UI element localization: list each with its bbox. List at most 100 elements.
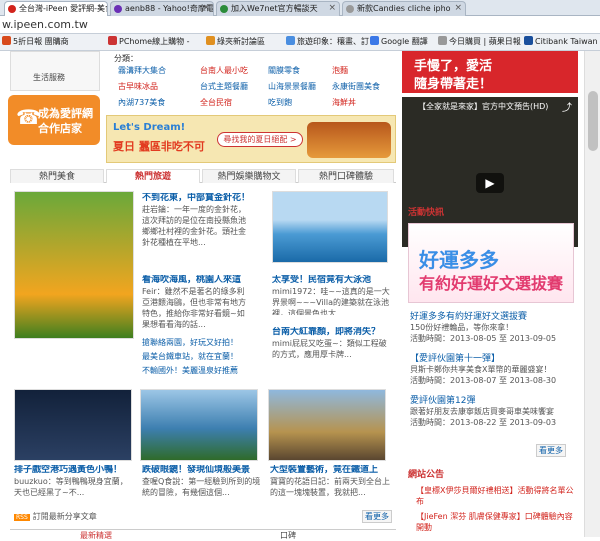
article-title[interactable]: 跌破眼鏡！發現仙境般美景 — [142, 465, 262, 476]
bookmark-item[interactable]: 旅遊印象：穰畫、訂 — [286, 36, 369, 48]
become-partner-button[interactable]: ☎ 成為愛評網 合作店家 — [8, 95, 100, 145]
article-title[interactable]: 大型裝置藝術，竟在鐵道上 — [270, 465, 390, 476]
bookmark-item[interactable]: 今日購買 | 蘋果日報 — [438, 36, 521, 48]
close-tab-icon[interactable]: × — [328, 2, 336, 15]
article-snippet: 莊岩鑰：一年一度的金針花，這次拜訪的是位在南投縣魚池鄉鄉社村裡的金針花。頭社金針… — [142, 205, 246, 247]
category-link[interactable]: 關膜零食 — [268, 65, 300, 76]
category-link[interactable]: 泡麵 — [332, 65, 348, 76]
url-text[interactable]: w.ipeen.com.tw — [2, 18, 88, 31]
activity-title[interactable]: 【愛評伙園第十一彈】 — [410, 351, 556, 364]
browser-tab[interactable]: aenb88 - Yahoo!奇摩電 × — [110, 1, 214, 16]
mobile-app-banner[interactable]: 手慢了，愛活 隨身帶著走！ — [402, 51, 578, 93]
find-summer-match-button[interactable]: 尋找我的夏日絕配 > — [217, 132, 303, 147]
article-title[interactable]: 排子戲空港巧遇黃色小鴨！ — [14, 465, 134, 476]
category-link[interactable]: 霧溝拜大集合 — [118, 65, 166, 76]
left-nav: 生活服務 — [10, 51, 100, 91]
announce-header: 網站公告 — [408, 470, 445, 480]
bookmark-item[interactable]: Google 翻譯 — [370, 36, 428, 48]
article-title[interactable]: 看海吹海風，桃園人來這 — [142, 275, 252, 286]
scrollbar-thumb[interactable] — [588, 91, 598, 151]
close-tab-icon[interactable]: × — [96, 2, 104, 15]
category-link[interactable]: 吃到飽 — [268, 97, 292, 108]
category-link[interactable]: 海鮮丼 — [332, 97, 356, 108]
article-snippet: 查喔Q食說：第一經驗到所到的境統的冒險，有幾個這個... — [142, 477, 261, 497]
bookmark-icon — [206, 36, 215, 45]
category-link[interactable]: 台南人最小吃 — [200, 65, 248, 76]
right-column: 手慢了，愛活 隨身帶著走！ 【全家就是來家】官方中文預告(HD) ⤴ ▶ 活動快… — [402, 51, 580, 537]
bookmark-icon — [438, 36, 447, 45]
we7net-favicon-icon — [220, 5, 228, 13]
nav-item-life-service[interactable]: 生活服務 — [33, 72, 65, 83]
category-link[interactable]: 古早味冰品 — [118, 81, 158, 92]
article-snippet: mimi屁屁又吃蛋~：類似工程破的方式，應用厚卡牌... — [272, 339, 387, 359]
bookmarks-bar: 5折日報 團購商 PChome線上購物 - 綠夾新討論區 旅遊印象：穰畫、訂 G… — [0, 34, 600, 51]
food-image — [307, 122, 391, 158]
announcement-link[interactable]: 【JieFen 潔芬 肌膚保健專家】口碑體驗內容開動 — [416, 511, 576, 533]
ipeen-favicon-icon — [8, 5, 16, 13]
related-link[interactable]: 不輸國外！美麗溫泉好推薦 — [142, 365, 238, 376]
related-link[interactable]: 搶聯絡兩園，好玩又好拍！ — [142, 337, 238, 348]
share-icon[interactable]: ⤴ — [562, 99, 572, 114]
lake-image[interactable] — [140, 389, 258, 461]
tab-latest[interactable]: 最新精選 — [80, 530, 112, 541]
bookmark-icon — [2, 36, 11, 45]
tab-entertainment[interactable]: 熱門娛樂購物文 — [202, 169, 296, 183]
bottom-tabs: 最新精選 口碑 — [10, 529, 396, 541]
activity-title[interactable]: 好運多多有約好運好文選拔賽 — [410, 309, 556, 322]
rubber-duck-image[interactable] — [14, 389, 132, 461]
citibank-icon — [524, 36, 533, 45]
article-snippet: Feir：雖然不是著名的綠多利亞港餵海鷗，但也非常有地方特色，推給你非常好看鏡~… — [142, 287, 246, 329]
bottom-article: 大型裝置藝術，竟在鐵道上 寶寶的花語日記：前兩天到全台上的這一塊塊裝置，我就把.… — [270, 465, 390, 497]
tab-experience[interactable]: 熱門口碑體驗 — [298, 169, 394, 183]
related-link[interactable]: 最美台鐵車站，就在宜蘭！ — [142, 351, 238, 362]
bookmark-item[interactable]: Citibank Taiwan - — [524, 36, 600, 48]
bookmark-item[interactable]: 5折日報 團購商 — [2, 36, 69, 48]
category-link[interactable]: 全台民宿 — [200, 97, 232, 108]
featured-article: 不到花東，中部賞金針花！ 莊岩鑰：一年一度的金針花，這次拜訪的是位在南投縣魚池鄉… — [142, 193, 252, 263]
featured-article: 看海吹海風，桃園人來這 Feir：雖然不是著名的綠多利亞港餵海鷗，但也非常有地方… — [142, 275, 252, 345]
more-activities-button[interactable]: 看更多 — [536, 444, 566, 457]
activity-item: 愛評伙園第12彈 跟著好朋友去康寧飯店買麥哥車美味饗宴 活動時間：2013-08… — [410, 393, 556, 428]
article-title[interactable]: 台南大紅靠顏，即將消失？ — [272, 327, 390, 338]
art-installation-image[interactable] — [268, 389, 386, 461]
browser-tab[interactable]: 加入We7net官方暢談天 × — [216, 1, 340, 16]
browser-tab-bar: 全台灣-iPeen 愛評網-美食 × aenb88 - Yahoo!奇摩電 × … — [0, 0, 600, 17]
scrollbar[interactable] — [584, 51, 600, 537]
activity-title[interactable]: 愛評伙園第12彈 — [410, 393, 556, 406]
summer-promo-banner[interactable]: Let's Dream! 夏日 蠶區非吃不可 尋找我的夏日絕配 > — [106, 115, 396, 163]
close-tab-icon[interactable]: × — [454, 2, 462, 15]
category-link[interactable]: 台式主題餐廳 — [200, 81, 248, 92]
article-title[interactable]: 太享受！民宿竟有大泳池 — [272, 275, 390, 286]
article-snippet: buuzkuo：等到鴨鴨現身宜蘭，天也已經黑了~不... — [14, 477, 128, 497]
featured-article: 太享受！民宿竟有大泳池 mimi1972：哇~~這真的是一大界景啊~~~Vill… — [272, 275, 390, 315]
play-icon[interactable]: ▶ — [476, 173, 504, 193]
category-link[interactable]: 永康街團美食 — [332, 81, 380, 92]
more-button[interactable]: 看更多 — [362, 510, 392, 523]
daylily-image[interactable] — [14, 191, 134, 339]
browser-tab[interactable]: 新款Candies cliche ipho × — [342, 1, 466, 16]
section-tabs: 熱門美食 熱門旅遊 熱門娛樂購物文 熱門口碑體驗 — [10, 169, 396, 183]
category-link[interactable]: 內湖737美食 — [118, 97, 165, 108]
tab-travel[interactable]: 熱門旅遊 — [106, 169, 200, 183]
category-link[interactable]: 山海景景餐廳 — [268, 81, 316, 92]
bookmark-icon — [108, 36, 117, 45]
tab-reviews[interactable]: 口碑 — [280, 530, 296, 541]
pool-image[interactable] — [272, 191, 388, 263]
bookmark-item[interactable]: PChome線上購物 - — [108, 36, 190, 48]
category-list: 分類： 霧溝拜大集合 台南人最小吃 關膜零食 泡麵 古早味冰品 台式主題餐廳 山… — [114, 54, 380, 108]
activity-item: 【愛評伙園第十一彈】 貝斯卡鄭你共享美食X單幣的華麗盛宴！ 活動時間：2013-… — [410, 351, 556, 386]
activity-item: 好運多多有約好運好文選拔賽 150份好禮輪品，等你來拿！ 活動時間：2013-0… — [410, 309, 556, 344]
activity-banner[interactable]: 好運多多 有約好運好文選拔賽 — [408, 223, 574, 303]
browser-tab[interactable]: 全台灣-iPeen 愛評網-美食 × — [4, 1, 108, 17]
announcement-link[interactable]: 【皇標X伊莎貝爾好禮相送】活動得將名單公布 — [416, 485, 576, 507]
article-snippet: 寶寶的花語日記：前兩天到全台上的這一塊塊裝置，我就把... — [270, 477, 390, 497]
rss-subscribe-link[interactable]: RSS 訂閱最新分享文章 — [14, 511, 97, 522]
article-title[interactable]: 不到花東，中部賞金針花！ — [142, 193, 252, 204]
page-content: 生活服務 ☎ 成為愛評網 合作店家 分類： 霧溝拜大集合 台南人最小吃 關膜零食… — [0, 51, 600, 541]
bookmark-item[interactable]: 綠夾新討論區 — [206, 36, 265, 48]
bottom-article: 跌破眼鏡！發現仙境般美景 查喔Q食說：第一經驗到所到的境統的冒險，有幾個這個..… — [142, 465, 262, 497]
close-tab-icon[interactable]: × — [202, 2, 210, 15]
video-title[interactable]: 【全家就是來家】官方中文預告(HD) — [418, 101, 548, 112]
address-bar[interactable]: w.ipeen.com.tw — [0, 16, 600, 34]
tab-food[interactable]: 熱門美食 — [10, 169, 104, 183]
